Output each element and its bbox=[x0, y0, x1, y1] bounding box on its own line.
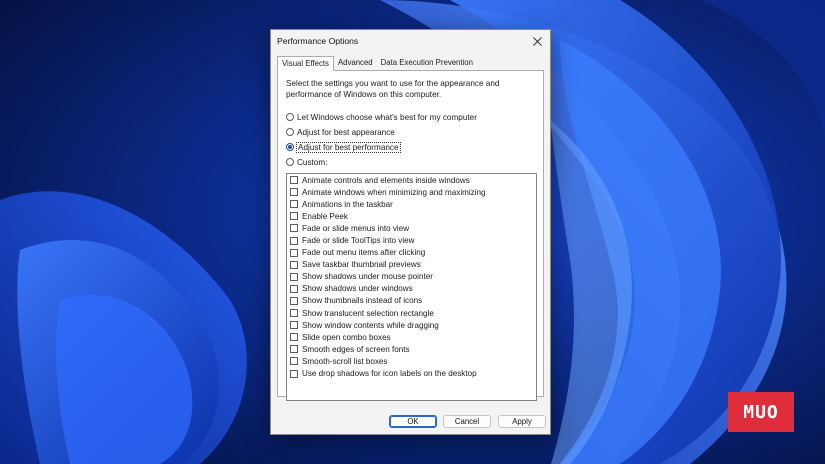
checkbox[interactable] bbox=[290, 272, 298, 281]
checkbox-label: Show translucent selection rectangle bbox=[302, 308, 434, 318]
list-item[interactable]: Fade out menu items after clicking bbox=[287, 247, 536, 259]
title-bar[interactable]: Performance Options bbox=[271, 30, 550, 52]
list-item[interactable]: Enable Peek bbox=[287, 210, 536, 222]
cancel-button[interactable]: Cancel bbox=[443, 415, 491, 428]
dialog-title: Performance Options bbox=[277, 36, 359, 46]
checkbox[interactable] bbox=[290, 296, 298, 305]
checkbox[interactable] bbox=[290, 321, 298, 330]
checkbox[interactable] bbox=[290, 309, 298, 318]
tab-strip: Visual Effects Advanced Data Execution P… bbox=[277, 56, 477, 71]
list-item[interactable]: Show shadows under mouse pointer bbox=[287, 271, 536, 283]
visual-effects-list[interactable]: Animate controls and elements inside win… bbox=[286, 173, 537, 401]
panel-description: Select the settings you want to use for … bbox=[286, 79, 500, 99]
checkbox-label: Use drop shadows for icon labels on the … bbox=[302, 369, 477, 379]
checkbox[interactable] bbox=[290, 188, 298, 197]
tab-advanced[interactable]: Advanced bbox=[334, 56, 377, 69]
checkbox-label: Save taskbar thumbnail previews bbox=[302, 260, 421, 270]
tab-visual-effects[interactable]: Visual Effects bbox=[277, 56, 334, 71]
list-item[interactable]: Slide open combo boxes bbox=[287, 331, 536, 343]
watermark-text: MUO bbox=[743, 401, 779, 423]
radio-button[interactable] bbox=[286, 158, 294, 166]
performance-options-dialog: Performance Options Visual Effects Advan… bbox=[270, 29, 551, 435]
checkbox-label: Animate controls and elements inside win… bbox=[302, 175, 470, 185]
checkbox-label: Animate windows when minimizing and maxi… bbox=[302, 187, 486, 197]
apply-button[interactable]: Apply bbox=[498, 415, 546, 428]
radio-custom[interactable]: Custom: bbox=[286, 156, 327, 168]
muo-watermark-logo: MUO bbox=[728, 392, 794, 432]
checkbox[interactable] bbox=[290, 284, 298, 293]
checkbox-label: Show shadows under windows bbox=[302, 284, 413, 294]
list-item[interactable]: Show translucent selection rectangle bbox=[287, 307, 536, 319]
list-item[interactable]: Animate windows when minimizing and maxi… bbox=[287, 186, 536, 198]
list-item[interactable]: Use drop shadows for icon labels on the … bbox=[287, 368, 536, 380]
radio-best-appearance[interactable]: Adjust for best appearance bbox=[286, 126, 395, 138]
list-item[interactable]: Animations in the taskbar bbox=[287, 198, 536, 210]
ok-button[interactable]: OK bbox=[389, 415, 437, 428]
list-item[interactable]: Smooth edges of screen fonts bbox=[287, 343, 536, 355]
checkbox-label: Show window contents while dragging bbox=[302, 320, 439, 330]
checkbox[interactable] bbox=[290, 260, 298, 269]
list-item[interactable]: Show shadows under windows bbox=[287, 283, 536, 295]
radio-label: Adjust for best appearance bbox=[297, 127, 395, 137]
radio-best-performance[interactable]: Adjust for best performance bbox=[286, 141, 401, 153]
radio-button[interactable] bbox=[286, 113, 294, 121]
checkbox[interactable] bbox=[290, 236, 298, 245]
checkbox[interactable] bbox=[290, 333, 298, 342]
list-item[interactable]: Show thumbnails instead of icons bbox=[287, 295, 536, 307]
checkbox-label: Smooth edges of screen fonts bbox=[302, 344, 410, 354]
radio-button-selected[interactable] bbox=[286, 143, 294, 151]
list-item[interactable]: Show window contents while dragging bbox=[287, 319, 536, 331]
radio-label: Adjust for best performance bbox=[296, 141, 401, 153]
radio-let-windows-choose[interactable]: Let Windows choose what's best for my co… bbox=[286, 111, 477, 123]
close-button[interactable] bbox=[524, 30, 550, 52]
checkbox[interactable] bbox=[290, 357, 298, 366]
checkbox-label: Fade or slide ToolTips into view bbox=[302, 236, 415, 246]
checkbox-label: Smooth-scroll list boxes bbox=[302, 356, 388, 366]
checkbox[interactable] bbox=[290, 200, 298, 209]
list-item[interactable]: Fade or slide menus into view bbox=[287, 222, 536, 234]
radio-label: Custom: bbox=[297, 157, 328, 167]
checkbox-label: Show shadows under mouse pointer bbox=[302, 272, 433, 282]
list-item[interactable]: Animate controls and elements inside win… bbox=[287, 174, 536, 186]
checkbox-label: Fade or slide menus into view bbox=[302, 223, 410, 233]
checkbox[interactable] bbox=[290, 224, 298, 233]
button-bar: OK Cancel Apply bbox=[271, 415, 550, 429]
checkbox[interactable] bbox=[290, 212, 298, 221]
visual-effects-panel: Select the settings you want to use for … bbox=[277, 70, 544, 401]
checkbox-label: Fade out menu items after clicking bbox=[302, 248, 426, 258]
radio-button[interactable] bbox=[286, 128, 294, 136]
checkbox-label: Show thumbnails instead of icons bbox=[302, 296, 423, 306]
tab-data-execution-prevention[interactable]: Data Execution Prevention bbox=[377, 56, 477, 69]
checkbox[interactable] bbox=[290, 176, 298, 185]
checkbox[interactable] bbox=[290, 345, 298, 354]
list-item[interactable]: Smooth-scroll list boxes bbox=[287, 355, 536, 367]
checkbox[interactable] bbox=[290, 369, 298, 378]
close-icon bbox=[532, 36, 542, 46]
checkbox[interactable] bbox=[290, 248, 298, 257]
list-item[interactable]: Fade or slide ToolTips into view bbox=[287, 234, 536, 246]
list-item[interactable]: Save taskbar thumbnail previews bbox=[287, 259, 536, 271]
radio-label: Let Windows choose what's best for my co… bbox=[297, 112, 477, 122]
checkbox-label: Enable Peek bbox=[302, 211, 348, 221]
checkbox-label: Animations in the taskbar bbox=[302, 199, 393, 209]
checkbox-label: Slide open combo boxes bbox=[302, 332, 391, 342]
